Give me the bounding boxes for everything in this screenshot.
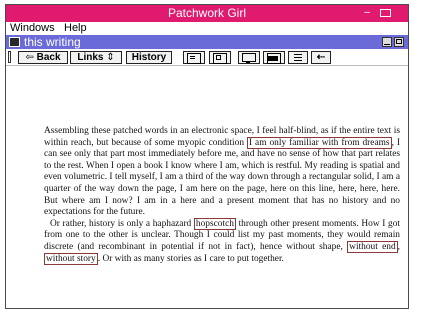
document-minimize-button[interactable]: [382, 37, 392, 47]
window-icon: [267, 53, 281, 64]
text-run: Or rather, history is only a haphazard: [50, 218, 194, 229]
list-button[interactable]: [288, 51, 308, 64]
app-title: Patchwork Girl: [167, 6, 247, 20]
arrow-icon: ⇠: [316, 52, 326, 63]
link-from-dreams[interactable]: I am only familiar with from dreams: [246, 136, 392, 149]
toolbar-grip[interactable]: [8, 51, 11, 63]
history-button[interactable]: History: [126, 51, 172, 64]
links-updown-icon: ⇕: [106, 52, 115, 63]
text-content: Assembling these patched words in an ele…: [44, 126, 400, 306]
link-without-end[interactable]: without end: [347, 240, 398, 253]
link-without-story[interactable]: without story: [44, 252, 98, 265]
back-label: Back: [36, 52, 61, 63]
monitor-icon: [242, 53, 256, 63]
page-icon: [213, 53, 227, 64]
toolbar: ⇦ Back Links ⇕ History ⇠: [6, 49, 408, 66]
menu-bar: Windows Help: [6, 22, 408, 35]
history-label: History: [131, 52, 167, 63]
paragraph-2: Or rather, history is only a haphazard h…: [44, 217, 401, 265]
text-run: . Or with as many stories as I care to p…: [97, 253, 284, 264]
back-arrow-icon: ⇦: [25, 52, 34, 63]
document-title: this writing: [24, 35, 81, 49]
menu-windows[interactable]: Windows: [10, 22, 55, 35]
arrow-button[interactable]: ⇠: [311, 51, 331, 64]
page-view-button[interactable]: [183, 51, 205, 64]
window-button[interactable]: [263, 51, 285, 64]
text-run: , I can see only that part most immediat…: [44, 137, 400, 218]
document-icon[interactable]: [9, 37, 20, 47]
document-maximize-button[interactable]: [394, 37, 404, 47]
links-label: Links: [77, 52, 104, 63]
page-info-button[interactable]: [209, 51, 231, 64]
maximize-button[interactable]: [378, 7, 392, 18]
back-button[interactable]: ⇦ Back: [18, 51, 68, 64]
links-button[interactable]: Links ⇕: [70, 51, 122, 64]
paragraph-1: Assembling these patched words in an ele…: [44, 126, 400, 219]
page-icon: [187, 53, 201, 64]
menu-help[interactable]: Help: [64, 22, 87, 35]
list-icon: [293, 53, 303, 62]
monitor-button[interactable]: [238, 51, 260, 64]
document-title-bar[interactable]: this writing: [6, 35, 408, 49]
text-run: ,: [397, 241, 401, 252]
link-hopscotch[interactable]: hopscotch: [193, 217, 236, 230]
minimize-button[interactable]: –: [360, 7, 374, 18]
title-bar[interactable]: Patchwork Girl –: [6, 5, 408, 22]
